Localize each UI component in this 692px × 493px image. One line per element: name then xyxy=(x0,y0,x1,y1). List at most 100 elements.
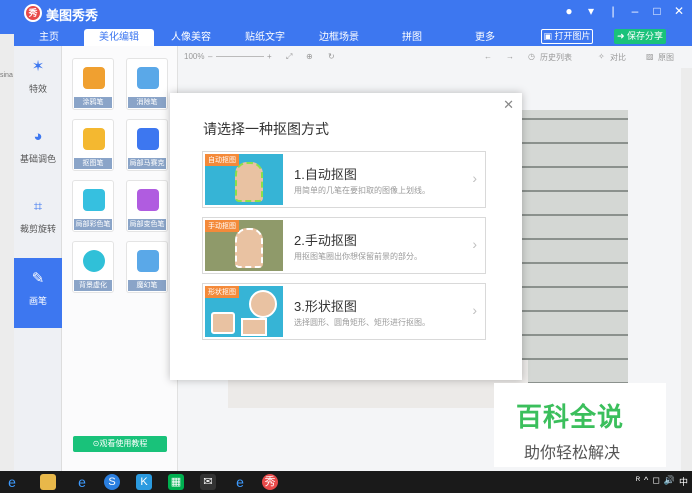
dialog-close-icon[interactable]: ✕ xyxy=(503,97,514,113)
mail-icon[interactable]: ✉ xyxy=(200,474,216,490)
tool-label: 局部彩色笔 xyxy=(74,219,112,230)
ime-icon[interactable]: 中 xyxy=(679,475,688,488)
option-tag: 形状抠图 xyxy=(205,286,239,298)
actual-size-icon[interactable]: ⊕ xyxy=(306,52,313,61)
tool-cutout-brush[interactable]: 抠图笔 xyxy=(72,119,114,171)
tab-stickers[interactable]: 贴纸文字 xyxy=(230,29,300,46)
image-icon: ▣ xyxy=(543,31,555,41)
window-controls: ● ▾ | – □ ✕ xyxy=(562,4,686,18)
zoom-out-icon[interactable]: – xyxy=(208,52,212,61)
zoom-in-icon[interactable]: + xyxy=(267,52,272,61)
tab-more[interactable]: 更多 xyxy=(450,29,520,46)
tool-color-brush[interactable]: 局部彩色笔 xyxy=(72,180,114,232)
nav-effects-label: 特效 xyxy=(28,84,47,94)
tool-label: 抠图笔 xyxy=(74,158,112,169)
watermark-title: 百科全说 xyxy=(516,402,625,432)
nav-effects[interactable]: ✶ 特效 xyxy=(14,46,62,116)
watermark: 百科全说 助你轻松解决 xyxy=(494,383,666,467)
option-manual-cutout[interactable]: 手动抠图 2.手动抠图 用抠图笔圈出你想保留前景的部分。 › xyxy=(202,217,486,274)
canvas-toolbar: 100% – + ⤢ ⊕ ↻ ← → ◷ 历史列表 ✧ 对比 ▨ 原图 xyxy=(178,46,692,68)
option-tag: 手动抠图 xyxy=(205,220,239,232)
vertical-scrollbar[interactable] xyxy=(681,68,692,471)
option-desc: 用简单的几笔在要扣取的图像上划线。 xyxy=(294,186,430,195)
share-icon: ➜ xyxy=(616,31,628,41)
tool-magic-pen[interactable]: 魔幻笔 xyxy=(126,241,168,293)
tool-label: 涂鸦笔 xyxy=(74,97,112,108)
tab-beautify[interactable]: 美化编辑 xyxy=(84,29,154,46)
zoom-level: 100% xyxy=(184,52,205,61)
option-auto-cutout[interactable]: 自动抠图 1.自动抠图 用简单的几笔在要扣取的图像上划线。 › xyxy=(202,151,486,208)
fit-icon[interactable]: ⤢ xyxy=(286,52,292,62)
close-icon[interactable]: ✕ xyxy=(672,4,686,18)
tab-frames[interactable]: 边框场景 xyxy=(304,29,374,46)
nav-basic-color[interactable]: ◕ 基础调色 xyxy=(14,116,62,186)
magic-pen-icon xyxy=(137,250,159,272)
chevron-right-icon: › xyxy=(472,170,477,186)
option-title: 3.形状抠图 xyxy=(294,299,357,314)
system-tray: ᴿ ^ ◻ 🔊 中 xyxy=(636,475,688,488)
maximize-icon[interactable]: □ xyxy=(650,4,664,18)
tray-expand-icon[interactable]: ^ xyxy=(644,475,648,488)
auto-cutout-thumbnail: 自动抠图 xyxy=(205,154,283,205)
tab-collage[interactable]: 拼图 xyxy=(377,29,447,46)
left-nav: ✶ 特效 ◕ 基础调色 ⌗ 裁剪旋转 ✎ 画笔 xyxy=(14,46,62,471)
option-shape-cutout[interactable]: 形状抠图 3.形状抠图 选择圆形、圆角矩形、矩形进行抠图。 › xyxy=(202,283,486,340)
dialog-title: 请选择一种抠图方式 xyxy=(203,121,329,137)
option-desc: 选择圆形、圆角矩形、矩形进行抠图。 xyxy=(294,318,430,327)
chevron-right-icon: › xyxy=(472,302,477,318)
ie-alt-icon[interactable]: e xyxy=(232,474,248,490)
meitu-icon[interactable]: 秀 xyxy=(262,474,278,490)
edge-icon[interactable]: e xyxy=(4,474,20,490)
undo-icon[interactable]: ← xyxy=(484,52,492,61)
nav-brush[interactable]: ✎ 画笔 xyxy=(14,258,62,328)
kugou-icon[interactable]: K xyxy=(136,474,152,490)
thumbnail-circle xyxy=(249,290,277,318)
tool-label: 消除笔 xyxy=(128,97,166,108)
tab-home[interactable]: 主页 xyxy=(14,29,84,46)
nav-crop-rotate[interactable]: ⌗ 裁剪旋转 xyxy=(14,186,62,256)
app-title: 美图秀秀 xyxy=(46,8,99,23)
pen-icon[interactable]: ᴿ xyxy=(636,475,640,488)
doodle-pen-icon xyxy=(83,67,105,89)
nav-basic-color-label: 基础调色 xyxy=(19,154,56,164)
background-window-text: sina xyxy=(0,72,13,79)
open-image-button[interactable]: ▣ 打开图片 xyxy=(541,29,593,44)
tool-eraser[interactable]: 消除笔 xyxy=(126,58,168,110)
iqiyi-icon[interactable]: ▦ xyxy=(168,474,184,490)
skin-icon[interactable]: ● xyxy=(562,4,576,18)
manual-cutout-thumbnail: 手动抠图 xyxy=(205,220,283,271)
zoom-slider[interactable] xyxy=(216,56,264,57)
brush-icon: ✎ xyxy=(31,270,45,287)
rotate-icon[interactable]: ↻ xyxy=(328,52,335,61)
save-share-button[interactable]: ➜ 保存分享 xyxy=(614,29,666,44)
option-desc: 用抠图笔圈出你想保留前景的部分。 xyxy=(294,252,422,261)
menu-icon[interactable]: ▾ xyxy=(584,4,598,18)
tool-label: 魔幻笔 xyxy=(128,280,166,291)
compare-button[interactable]: 对比 xyxy=(610,52,626,63)
battery-icon[interactable]: ◻ xyxy=(652,475,659,488)
ie-icon[interactable]: e xyxy=(74,474,90,490)
tool-mosaic[interactable]: 局部马赛克 xyxy=(126,119,168,171)
option-title: 1.自动抠图 xyxy=(294,167,357,182)
watch-tutorial-button[interactable]: ⊙观看使用教程 xyxy=(73,436,167,452)
minimize-icon[interactable]: – xyxy=(628,4,642,18)
shape-cutout-thumbnail: 形状抠图 xyxy=(205,286,283,337)
tool-recolor-brush[interactable]: 局部变色笔 xyxy=(126,180,168,232)
tool-blur[interactable]: 背景虚化 xyxy=(72,241,114,293)
file-explorer-icon[interactable] xyxy=(40,474,56,490)
crop-icon: ⌗ xyxy=(33,198,43,215)
tab-portrait[interactable]: 人像美容 xyxy=(156,29,226,46)
thumbnail-figure xyxy=(235,162,263,202)
redo-icon[interactable]: → xyxy=(506,52,514,61)
original-button[interactable]: 原图 xyxy=(658,52,674,63)
thumbnail-rect xyxy=(211,312,235,334)
tool-doodle-pen[interactable]: 涂鸦笔 xyxy=(72,58,114,110)
nav-crop-rotate-label: 裁剪旋转 xyxy=(19,224,56,234)
tool-label: 背景虚化 xyxy=(74,280,112,291)
cutout-mode-dialog: ✕ 请选择一种抠图方式 自动抠图 1.自动抠图 用简单的几笔在要扣取的图像上划线… xyxy=(170,93,522,380)
main-tabs: 主页 美化编辑 人像美容 贴纸文字 边框场景 拼图 更多 ▣ 打开图片 ➜ 保存… xyxy=(0,26,692,46)
sogou-icon[interactable]: S xyxy=(104,474,120,490)
volume-icon[interactable]: 🔊 xyxy=(664,475,675,488)
original-icon: ▨ xyxy=(646,52,654,61)
history-list-button[interactable]: 历史列表 xyxy=(540,52,572,63)
